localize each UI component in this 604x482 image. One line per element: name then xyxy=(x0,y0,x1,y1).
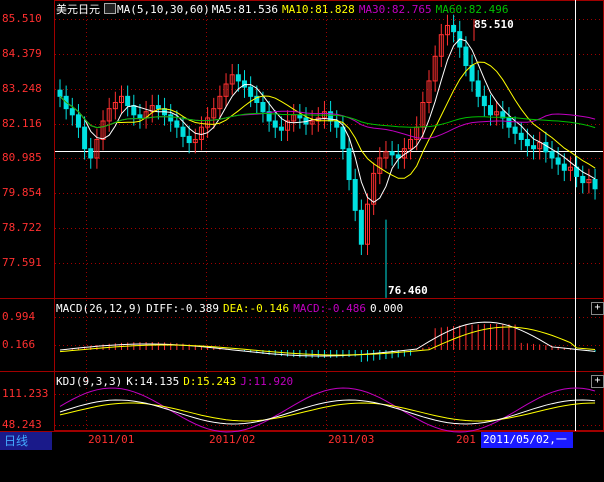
macd-legend: MACD(26,12,9) DIFF:-0.389 DEA:-0.146 MACD:-… xyxy=(56,302,407,315)
candle-body xyxy=(69,108,75,116)
candle-body xyxy=(561,163,567,171)
ma5-value: MA5:81.536 xyxy=(211,3,278,16)
candle-body xyxy=(592,179,598,190)
kdj-y-label-1: 48.243 xyxy=(2,418,42,431)
chart-canvas[interactable] xyxy=(0,0,604,482)
candle-body xyxy=(186,135,192,144)
kdj-d: D:15.243 xyxy=(183,375,237,388)
macd-expand-button[interactable]: + xyxy=(591,302,604,315)
y-label-6: 78.722 xyxy=(2,221,42,234)
stock-chart-window: 美元日元 MA(5,10,30,60) MA5:81.536 MA10:81.828 M… xyxy=(0,0,604,482)
kdj-k: K:14.135 xyxy=(126,375,180,388)
candle-body xyxy=(131,105,137,116)
candle-body xyxy=(389,151,395,156)
candle-body xyxy=(451,24,457,33)
candle-body xyxy=(297,114,303,119)
candle-body xyxy=(346,148,352,181)
candle-body xyxy=(463,46,469,67)
kdj-j: J:11.920 xyxy=(240,375,294,388)
main-legend: 美元日元 MA(5,10,30,60) MA5:81.536 MA10:81.828 M… xyxy=(56,3,513,16)
candle-body xyxy=(174,120,180,128)
candle-body xyxy=(125,95,131,107)
cursor-date-label: 2011/05/02,一 xyxy=(481,432,573,448)
ma-params: MA(5,10,30,60) xyxy=(117,3,210,16)
y-label-0: 85.510 xyxy=(2,12,42,25)
date-label-2: 2011/03 xyxy=(328,433,375,446)
kdj-params: KDJ(9,3,3) xyxy=(56,375,123,388)
candle-body xyxy=(555,157,561,165)
macd-params: MACD(26,12,9) xyxy=(56,302,143,315)
candle-body xyxy=(88,148,94,159)
y-label-1: 84.379 xyxy=(2,47,42,60)
candle-body xyxy=(549,151,555,159)
candle-body xyxy=(75,114,81,128)
candle-body xyxy=(340,126,346,150)
y-label-5: 79.854 xyxy=(2,186,42,199)
macd-extra: 0.000 xyxy=(370,302,404,315)
candle-body xyxy=(543,142,549,153)
candle-body xyxy=(580,175,586,184)
date-label-3: 201 xyxy=(456,433,476,446)
ma60-value: MA60:82.496 xyxy=(435,3,509,16)
candle-body xyxy=(475,80,481,97)
y-label-2: 83.248 xyxy=(2,82,42,95)
kdj-expand-button[interactable]: + xyxy=(591,375,604,388)
candle-body xyxy=(155,105,161,110)
candle-body xyxy=(260,102,266,113)
macd-dea: DEA:-0.146 xyxy=(222,302,290,315)
candle-body xyxy=(57,89,63,97)
kdj-y-label-0: 111.233 xyxy=(2,387,49,400)
candle-body xyxy=(506,117,512,128)
macd-y-label-1: 0.166 xyxy=(2,338,36,351)
y-label-7: 77.591 xyxy=(2,256,42,269)
date-label-0: 2011/01 xyxy=(88,433,135,446)
candle-body xyxy=(82,126,88,150)
candle-body xyxy=(524,138,530,147)
candle-body xyxy=(469,65,475,82)
ma30-value: MA30:82.765 xyxy=(358,3,432,16)
candle-body xyxy=(488,105,493,116)
candle-body xyxy=(180,126,186,137)
macd-macd: MACD:-0.486 xyxy=(293,302,367,315)
ma10-value: MA10:81.828 xyxy=(281,3,355,16)
candle-body xyxy=(235,74,241,82)
candle-body xyxy=(272,120,278,128)
y-label-4: 80.985 xyxy=(2,151,42,164)
ma-indicator-icon[interactable] xyxy=(104,3,116,14)
macd-y-label-0: 0.994 xyxy=(2,310,36,323)
candle-body xyxy=(137,114,143,119)
candle-body xyxy=(352,179,358,211)
symbol-title: 美元日元 xyxy=(56,3,100,16)
candle-body xyxy=(248,86,254,97)
candle-body xyxy=(334,120,340,128)
macd-diff: DIFF:-0.389 xyxy=(146,302,219,315)
candle-body xyxy=(481,95,487,107)
candle-body xyxy=(512,126,518,134)
high-price-tag: 85.510 xyxy=(474,18,514,31)
candle-body xyxy=(358,209,364,245)
period-tab-daily[interactable]: 日线 xyxy=(0,432,52,450)
candle-body xyxy=(531,145,537,150)
y-label-3: 82.116 xyxy=(2,117,42,130)
candle-body xyxy=(168,114,174,122)
candle-body xyxy=(518,132,524,140)
chart-frame xyxy=(54,0,604,431)
kdj-legend: KDJ(9,3,3) K:14.135 D:15.243 J:11.920 xyxy=(56,375,297,388)
date-label-1: 2011/02 xyxy=(209,433,256,446)
low-price-tag: 76.460 xyxy=(388,284,428,297)
candle-body xyxy=(278,126,284,131)
